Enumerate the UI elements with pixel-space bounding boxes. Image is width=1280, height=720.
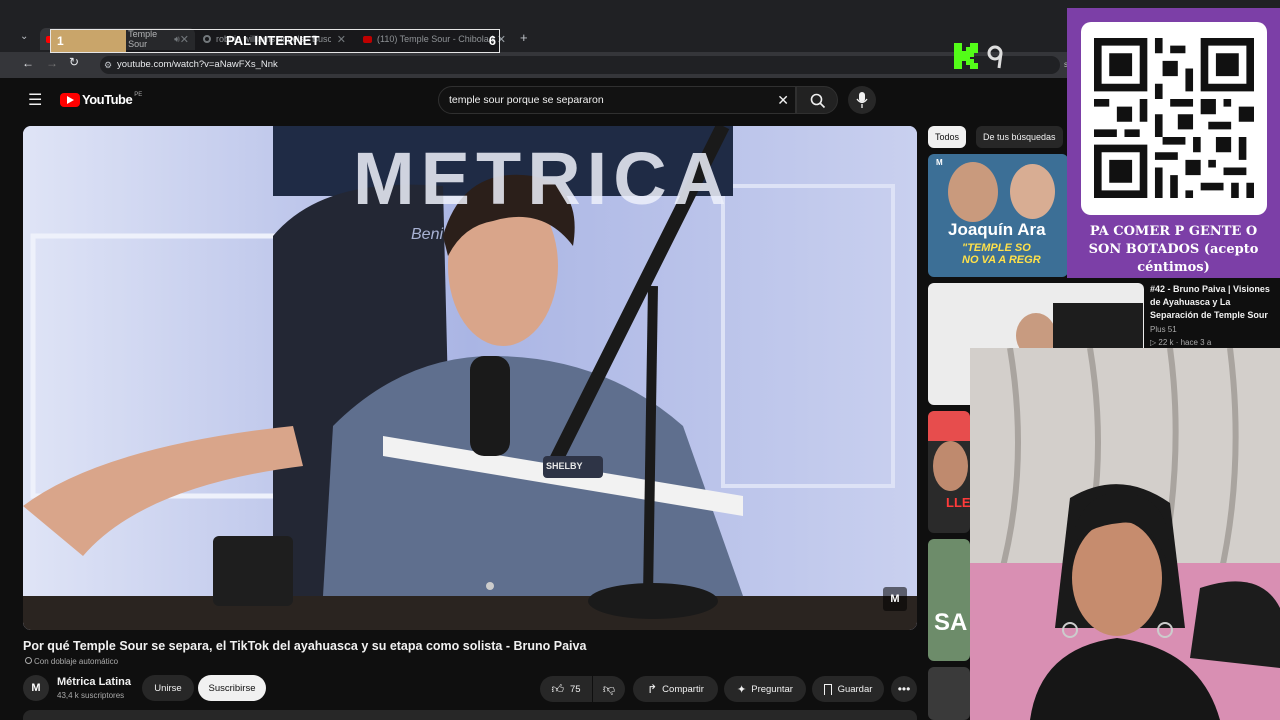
new-tab-icon[interactable]: + <box>520 30 528 45</box>
sparkle-icon: ✦ <box>737 683 747 696</box>
youtube-logo[interactable]: YouTube PE <box>60 92 142 107</box>
video-player[interactable]: METRICA Beni SHELBY M <box>23 126 917 630</box>
channel-avatar[interactable]: M <box>23 675 49 701</box>
site-info-icon[interactable]: ⚙ <box>104 56 112 74</box>
qr-code-icon <box>1094 38 1254 198</box>
description-box[interactable] <box>23 710 917 720</box>
join-button[interactable]: Unirse <box>142 675 194 701</box>
recommendation-channel: Plus 51 <box>1150 325 1177 334</box>
search-button[interactable] <box>796 86 838 114</box>
menu-icon[interactable]: ☰ <box>28 90 42 110</box>
recommendation-title[interactable]: #42 - Bruno Paiva | Visiones de Ayahuasc… <box>1150 283 1270 322</box>
donation-qr-panel: PA COMER P GENTE O SON BOTADOS (acepto c… <box>1067 8 1280 278</box>
dislike-button[interactable]: 👎︎ <box>593 676 625 702</box>
kick-logo-icon <box>954 43 1003 69</box>
donation-message: PA COMER P GENTE O SON BOTADOS (acepto c… <box>1088 224 1259 275</box>
url-field[interactable]: ⚙ youtube.com/watch?v=aNawFXs_Nnk <box>100 56 1060 74</box>
tab-list-chevron-icon[interactable]: ⌄ <box>20 31 28 42</box>
voice-search-button[interactable] <box>848 86 876 114</box>
thumbs-down-icon: 👎︎ <box>602 681 616 696</box>
qr-code <box>1081 22 1267 215</box>
webcam-frame <box>970 348 1280 720</box>
clear-search-icon[interactable]: ✕ <box>777 87 789 113</box>
microphone-icon <box>856 92 868 108</box>
chip-de-tus-busquedas[interactable]: De tus búsquedas <box>976 126 1063 148</box>
wall-sign-text: METRICA <box>353 137 733 220</box>
more-horizontal-icon: ••• <box>897 682 911 696</box>
recommendation-thumbnail[interactable]: SA <box>928 539 970 661</box>
goal-number: 1 <box>51 30 126 52</box>
search-input[interactable]: temple sour porque se separaron ✕ <box>438 86 796 114</box>
recommendation-meta: ▷ 22 k · hace 3 a <box>1150 338 1212 347</box>
channel-name[interactable]: Métrica Latina <box>57 676 131 688</box>
share-button[interactable]: ↱ Compartir <box>633 676 718 702</box>
goal-count: 6 <box>488 33 496 48</box>
like-button[interactable]: 👍︎ 75 <box>540 676 592 702</box>
channel-watermark-icon: M <box>936 158 943 167</box>
search-icon <box>810 93 826 109</box>
more-actions-button[interactable]: ••• <box>891 676 917 702</box>
recommendation-thumbnail[interactable] <box>928 667 970 720</box>
goal-title: PAL INTERNET <box>226 33 320 48</box>
ask-button[interactable]: ✦ Preguntar <box>724 676 806 702</box>
dubbing-icon <box>25 657 32 664</box>
reload-icon[interactable]: ↻ <box>69 55 79 69</box>
chip-todos[interactable]: Todos <box>928 126 967 148</box>
bookmark-icon <box>823 683 832 695</box>
forward-icon[interactable]: → <box>46 56 58 70</box>
recommendation-thumbnail[interactable]: LLE <box>928 411 970 533</box>
chair-brand-text: Beni <box>411 226 444 243</box>
dubbing-label: Con doblaje automático <box>25 657 118 666</box>
streamer-webcam <box>970 348 1280 720</box>
share-icon: ↱ <box>647 682 658 696</box>
video-title: Por qué Temple Sour se separa, el TikTok… <box>23 639 587 653</box>
channel-watermark-icon[interactable]: M <box>883 587 907 611</box>
stream-goal-bar: 1 PAL INTERNET 6 <box>50 29 500 53</box>
shirt-badge-text: SHELBY <box>546 461 583 471</box>
youtube-play-icon <box>60 92 80 107</box>
save-button[interactable]: Guardar <box>812 676 884 702</box>
subscriber-count: 43,4 k suscriptores <box>57 691 125 700</box>
recommendation-thumbnail[interactable]: M Joaquín Ara "TEMPLE SO NO VA A REGR <box>928 154 1068 277</box>
subscribe-button[interactable]: Suscribirse <box>198 675 266 701</box>
back-icon[interactable]: ← <box>22 56 34 70</box>
thumbs-up-icon: 👍︎ <box>551 681 564 696</box>
